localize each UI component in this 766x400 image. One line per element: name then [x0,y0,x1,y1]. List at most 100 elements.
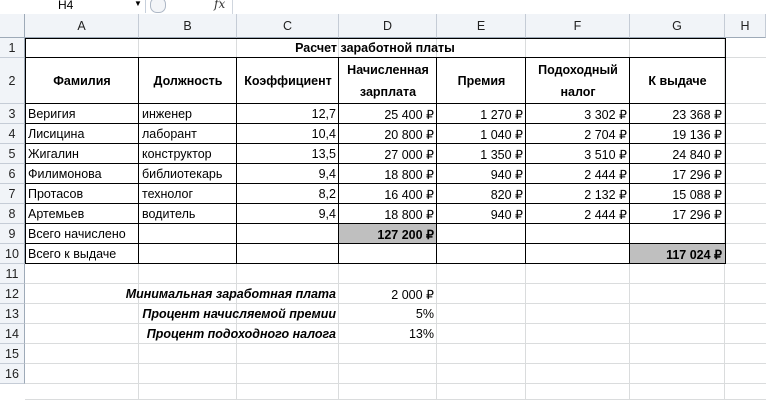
employee-coef-cell[interactable]: 12,7 [237,104,339,124]
column-header-g[interactable]: G [630,14,725,38]
header-coefficient[interactable]: Коэффициент [237,58,339,104]
header-accrued-line1: Начисленная [347,63,429,77]
employee-payout-cell[interactable]: 15 088 ₽ [630,184,725,204]
employee-salary-cell[interactable]: 25 400 ₽ [339,104,437,124]
employee-name-cell[interactable]: Веригия [25,104,139,124]
row-header-7[interactable]: 7 [0,184,25,204]
cell-border [25,143,726,144]
employee-name-cell[interactable]: Филимонова [25,164,139,184]
name-box[interactable]: H4 ▼ [0,0,146,13]
row-header-14[interactable]: 14 [0,324,25,344]
employee-name-cell[interactable]: Протасов [25,184,139,204]
row-header-10[interactable]: 10 [0,244,25,264]
cell-border [25,38,26,264]
employee-tax-cell[interactable]: 2 444 ₽ [526,204,630,224]
param-bonus-percent-value[interactable]: 5% [339,304,437,324]
cell-border [725,38,726,264]
row-header-3[interactable]: 3 [0,104,25,124]
gridline-horizontal [25,383,766,384]
employee-position-cell[interactable]: конструктор [139,144,237,164]
row-header-9[interactable]: 9 [0,224,25,244]
cell-border [25,263,726,264]
employee-bonus-cell[interactable]: 1 350 ₽ [437,144,526,164]
row-header-13[interactable]: 13 [0,304,25,324]
cell-border [25,163,726,164]
employee-bonus-cell[interactable]: 940 ₽ [437,164,526,184]
cell-border [25,38,726,39]
header-position[interactable]: Должность [139,58,237,104]
row-header-5[interactable]: 5 [0,144,25,164]
param-tax-percent-value[interactable]: 13% [339,324,437,344]
header-payout[interactable]: К выдаче [630,58,725,104]
employee-payout-cell[interactable]: 17 296 ₽ [630,164,725,184]
header-income-tax[interactable]: Подоходный налог [526,58,630,104]
employee-salary-cell[interactable]: 20 800 ₽ [339,124,437,144]
employee-salary-cell[interactable]: 18 800 ₽ [339,164,437,184]
column-header-a[interactable]: A [25,14,139,38]
name-box-dropdown-icon[interactable]: ▼ [134,0,142,8]
employee-payout-cell[interactable]: 19 136 ₽ [630,124,725,144]
sheet-title[interactable]: Расчет заработной платы [25,38,725,58]
employee-position-cell[interactable]: библиотекарь [139,164,237,184]
header-bonus[interactable]: Премия [437,58,526,104]
employee-bonus-cell[interactable]: 1 040 ₽ [437,124,526,144]
header-accrued-line2: зарплата [359,85,417,99]
column-header-d[interactable]: D [339,14,437,38]
row-header-2[interactable]: 2 [0,58,25,104]
employee-tax-cell[interactable]: 3 510 ₽ [526,144,630,164]
employee-coef-cell[interactable]: 10,4 [237,124,339,144]
row-header-12[interactable]: 12 [0,284,25,304]
employee-tax-cell[interactable]: 3 302 ₽ [526,104,630,124]
employee-payout-cell[interactable]: 23 368 ₽ [630,104,725,124]
row-header-11[interactable]: 11 [0,264,25,284]
employee-name-cell[interactable]: Артемьев [25,204,139,224]
param-tax-percent-label[interactable]: Процент подоходного налога [25,324,339,344]
column-header-f[interactable]: F [526,14,630,38]
total-accrued-value[interactable]: 127 200 ₽ [339,224,437,244]
column-header-e[interactable]: E [437,14,526,38]
employee-name-cell[interactable]: Жигалин [25,144,139,164]
param-min-wage-label[interactable]: Минимальная заработная плата [25,284,339,304]
row-header-16[interactable]: 16 [0,364,25,384]
employee-payout-cell[interactable]: 17 296 ₽ [630,204,725,224]
formula-bar-handle-icon[interactable] [150,0,166,13]
employee-salary-cell[interactable]: 18 800 ₽ [339,204,437,224]
total-accrued-label[interactable]: Всего начислено [25,224,225,244]
select-all-corner[interactable] [0,14,25,38]
employee-tax-cell[interactable]: 2 132 ₽ [526,184,630,204]
total-payout-label[interactable]: Всего к выдаче [25,244,225,264]
row-header-6[interactable]: 6 [0,164,25,184]
header-accrued-salary[interactable]: Начисленная зарплата [339,58,437,104]
gridline-horizontal [25,363,766,364]
employee-position-cell[interactable]: лаборант [139,124,237,144]
employee-tax-cell[interactable]: 2 444 ₽ [526,164,630,184]
employee-coef-cell[interactable]: 8,2 [237,184,339,204]
row-header-1[interactable]: 1 [0,38,25,58]
row-header-4[interactable]: 4 [0,124,25,144]
employee-coef-cell[interactable]: 9,4 [237,204,339,224]
employee-salary-cell[interactable]: 16 400 ₽ [339,184,437,204]
employee-bonus-cell[interactable]: 940 ₽ [437,204,526,224]
employee-name-cell[interactable]: Лисицина [25,124,139,144]
employee-coef-cell[interactable]: 9,4 [237,164,339,184]
param-min-wage-value[interactable]: 2 000 ₽ [339,284,437,304]
column-header-h[interactable]: H [725,14,766,38]
total-payout-value[interactable]: 117 024 ₽ [630,244,725,264]
employee-tax-cell[interactable]: 2 704 ₽ [526,124,630,144]
employee-position-cell[interactable]: технолог [139,184,237,204]
employee-bonus-cell[interactable]: 820 ₽ [437,184,526,204]
employee-position-cell[interactable]: инженер [139,104,237,124]
employee-payout-cell[interactable]: 24 840 ₽ [630,144,725,164]
row-header-15[interactable]: 15 [0,344,25,364]
column-header-c[interactable]: C [237,14,339,38]
header-surname[interactable]: Фамилия [25,58,139,104]
employee-bonus-cell[interactable]: 1 270 ₽ [437,104,526,124]
employee-coef-cell[interactable]: 13,5 [237,144,339,164]
employee-salary-cell[interactable]: 27 000 ₽ [339,144,437,164]
column-header-b[interactable]: B [139,14,237,38]
employee-position-cell[interactable]: водитель [139,204,237,224]
insert-function-icon[interactable]: fx [214,0,225,11]
row-header-8[interactable]: 8 [0,204,25,224]
param-bonus-percent-label[interactable]: Процент начисляемой премии [25,304,339,324]
cell-border [25,223,726,224]
